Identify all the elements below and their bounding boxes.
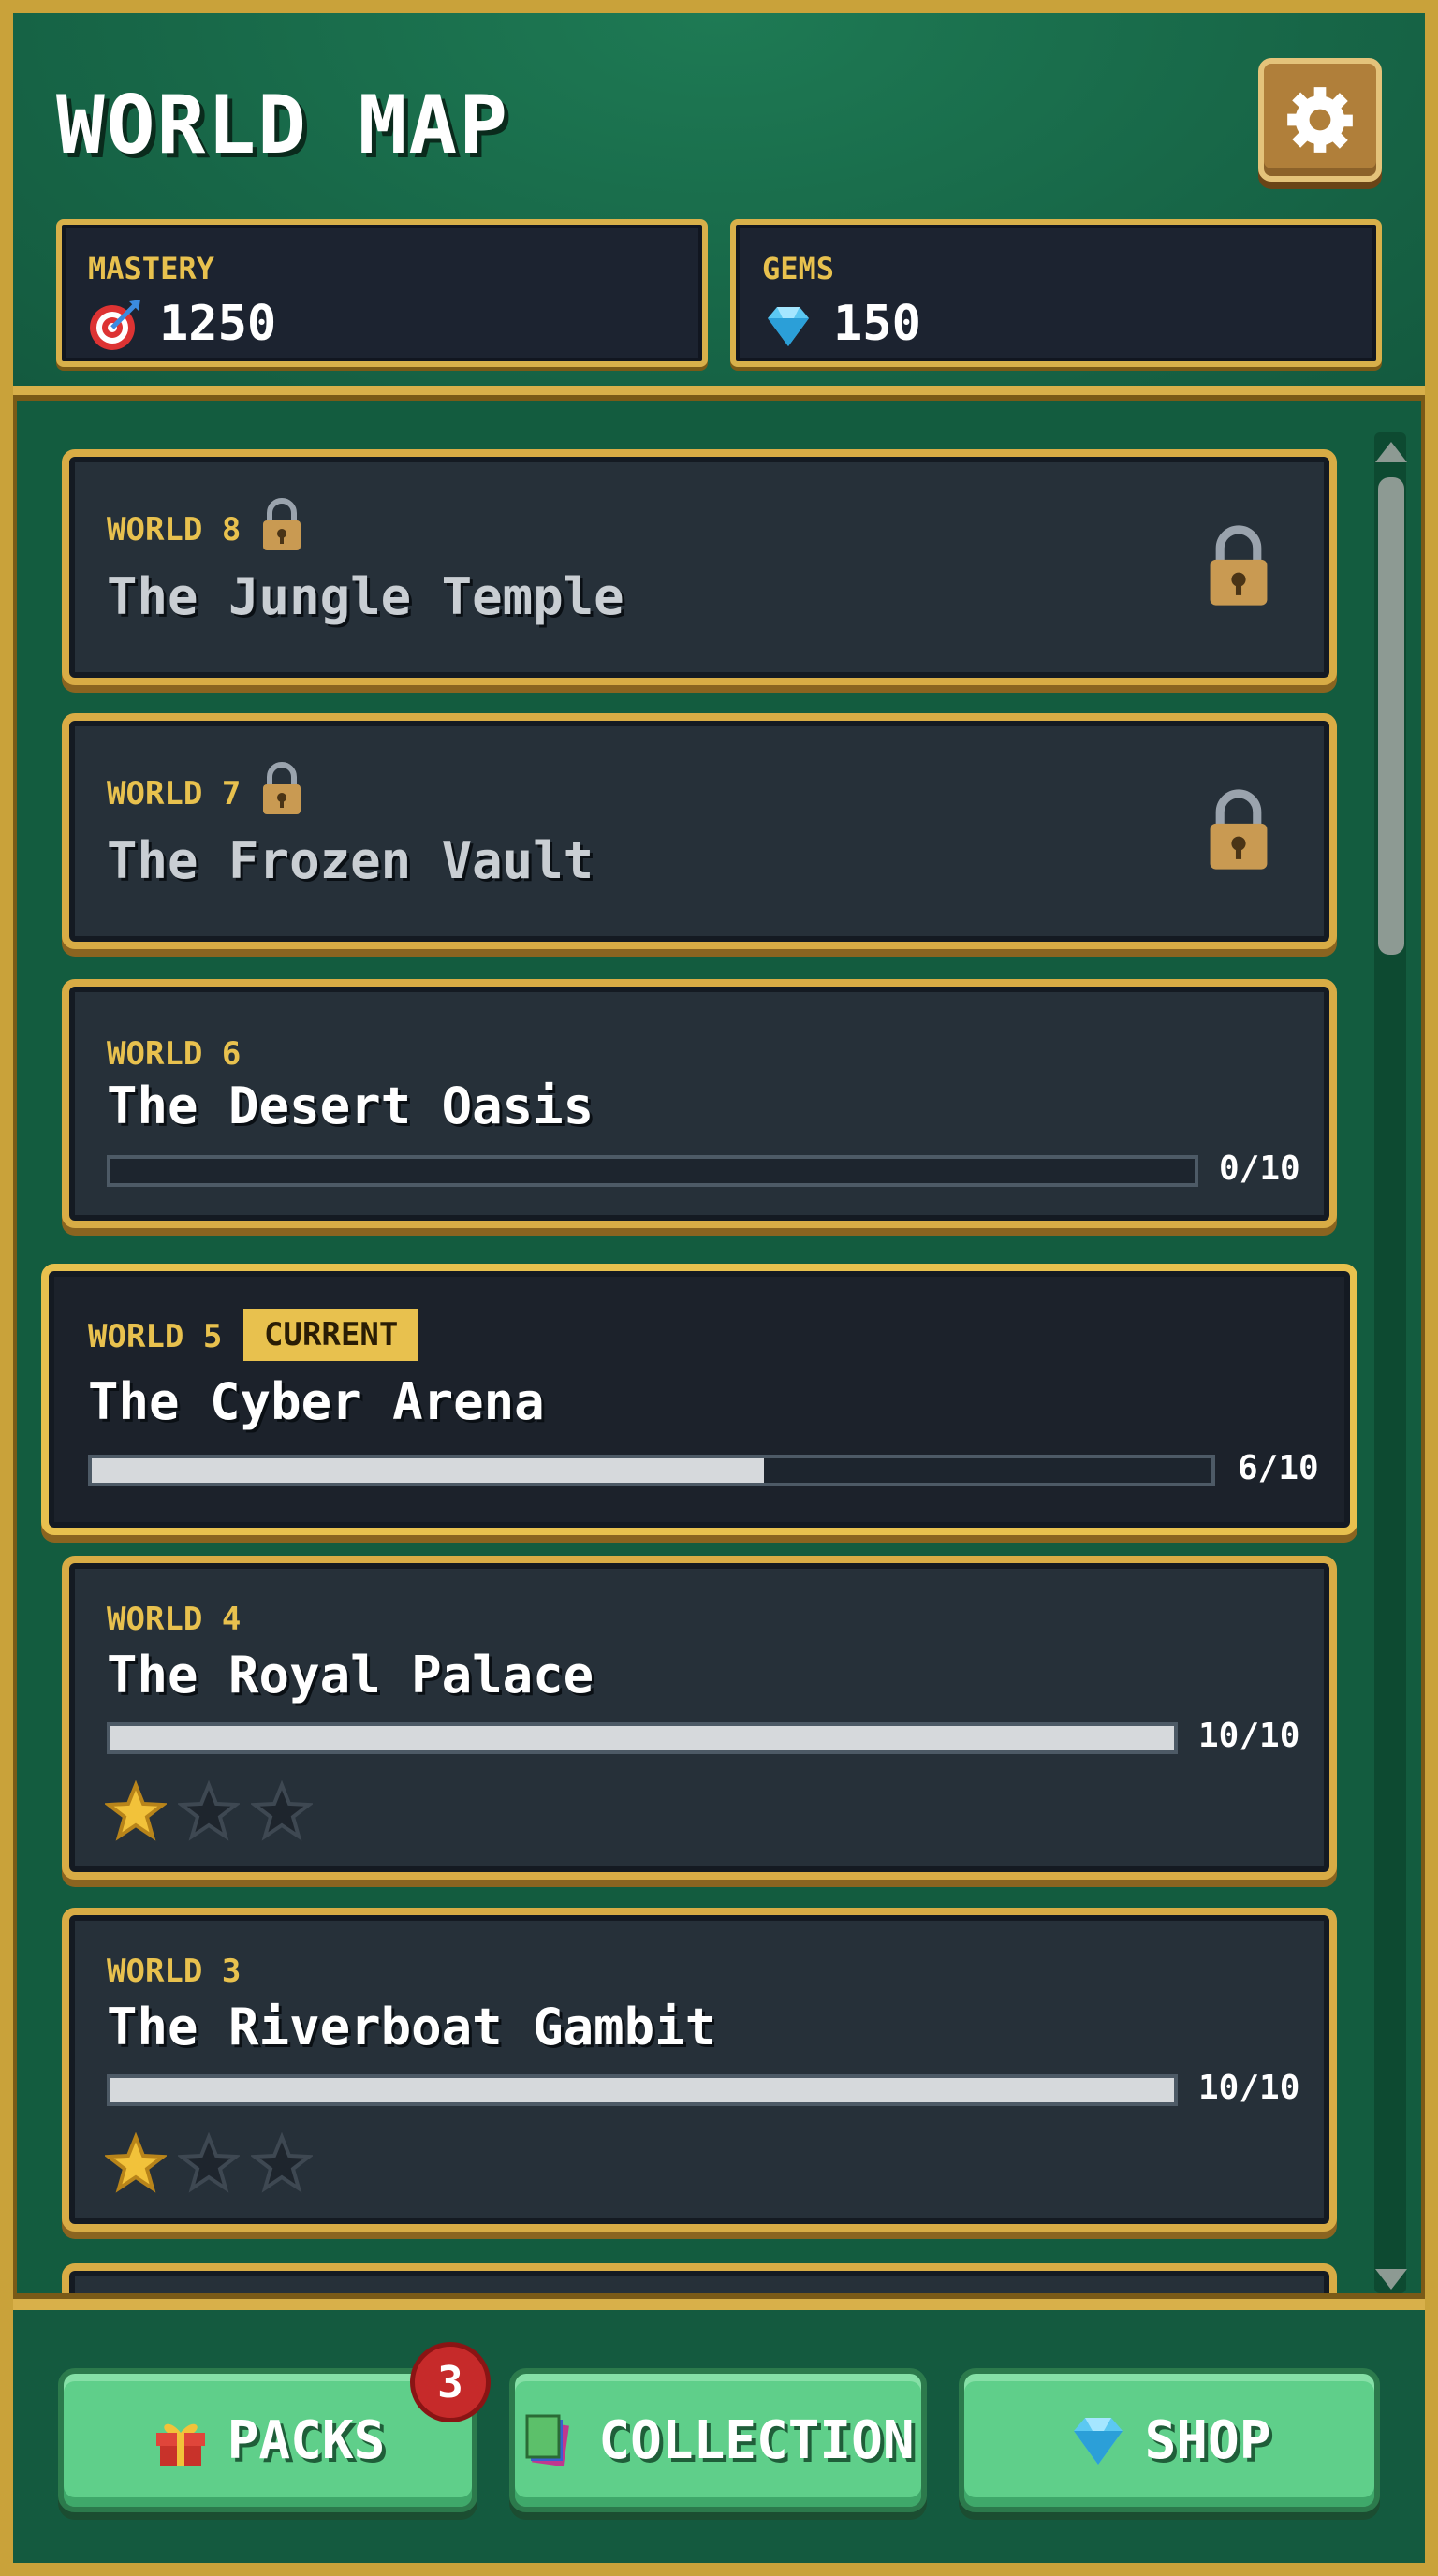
mastery-label: MASTERY (88, 251, 214, 286)
star-empty-icon (251, 2132, 313, 2193)
scroll-up-arrow[interactable] (1375, 442, 1407, 462)
world-card-6[interactable]: WORLD 6 The Desert Oasis 0/10 (62, 979, 1337, 1228)
gems-panel: GEMS 150 (730, 219, 1382, 367)
shop-label: SHOP (1144, 2409, 1271, 2471)
world-label: WORLD 4 (107, 1601, 242, 1638)
progress-count: 6/10 (1238, 1449, 1319, 1487)
world-label: WORLD 7 (107, 775, 242, 812)
packs-label: PACKS (227, 2409, 386, 2471)
world-name: The Royal Palace (107, 1646, 594, 1705)
gem-icon (1073, 2418, 1123, 2465)
mastery-value: 1250 (159, 296, 277, 352)
progress-count: 0/10 (1219, 1149, 1300, 1188)
lock-icon (263, 762, 301, 814)
progress-bar (107, 2074, 1178, 2106)
scrollbar-thumb[interactable] (1378, 477, 1404, 955)
star-empty-icon (178, 1780, 240, 1841)
target-icon (90, 300, 140, 350)
world-name: The Frozen Vault (107, 831, 594, 890)
scroll-down-arrow[interactable] (1375, 2269, 1407, 2290)
shop-button[interactable]: SHOP (959, 2368, 1380, 2512)
header: WORLD MAP MASTERY 1250 GEMS 150 (13, 13, 1425, 395)
world-card-7[interactable]: WORLD 7 The Frozen Vault (62, 713, 1337, 949)
gift-icon (155, 2423, 205, 2466)
star-filled-icon (105, 2132, 167, 2193)
world-label: WORLD 5 (88, 1318, 223, 1355)
world-card-5[interactable]: WORLD 5 CURRENT The Cyber Arena 6/10 (41, 1264, 1357, 1535)
star-empty-icon (251, 1780, 313, 1841)
gear-icon (1287, 87, 1353, 153)
collection-label: COLLECTION (598, 2409, 915, 2471)
cards-icon (525, 2414, 570, 2467)
gem-icon (768, 307, 809, 346)
star-rating (105, 2132, 313, 2194)
world-name: The Jungle Temple (107, 567, 624, 626)
progress-bar (107, 1155, 1198, 1187)
world-label: WORLD 3 (107, 1953, 242, 1990)
world-label: WORLD 6 (107, 1035, 242, 1073)
progress-fill (110, 1726, 1174, 1750)
lock-icon (1210, 789, 1268, 870)
world-card-3[interactable]: WORLD 3 The Riverboat Gambit 10/10 (62, 1908, 1337, 2232)
world-card-8[interactable]: WORLD 8 The Jungle Temple (62, 449, 1337, 685)
progress-fill (110, 2078, 1174, 2102)
star-rating (105, 1780, 313, 1842)
progress-bar (107, 1722, 1178, 1754)
progress-bar (88, 1455, 1215, 1486)
star-empty-icon (178, 2132, 240, 2193)
gems-label: GEMS (762, 251, 835, 286)
world-name: The Riverboat Gambit (107, 1998, 716, 2056)
progress-count: 10/10 (1198, 1717, 1300, 1755)
packs-notification-badge: 3 (410, 2342, 491, 2422)
star-filled-icon (105, 1780, 167, 1841)
lock-icon (1210, 525, 1268, 606)
page-title: WORLD MAP (56, 79, 509, 172)
world-label: WORLD 8 (107, 511, 242, 549)
collection-button[interactable]: COLLECTION (509, 2368, 927, 2512)
progress-fill (92, 1458, 764, 1483)
world-name: The Cyber Arena (88, 1372, 545, 1431)
mastery-panel: MASTERY 1250 (56, 219, 708, 367)
lock-icon (263, 498, 301, 550)
world-card-4[interactable]: WORLD 4 The Royal Palace 10/10 (62, 1556, 1337, 1880)
gems-value: 150 (833, 296, 921, 352)
progress-count: 10/10 (1198, 2069, 1300, 2107)
current-badge: CURRENT (243, 1309, 419, 1361)
world-name: The Desert Oasis (107, 1076, 594, 1135)
settings-button[interactable] (1258, 58, 1382, 182)
